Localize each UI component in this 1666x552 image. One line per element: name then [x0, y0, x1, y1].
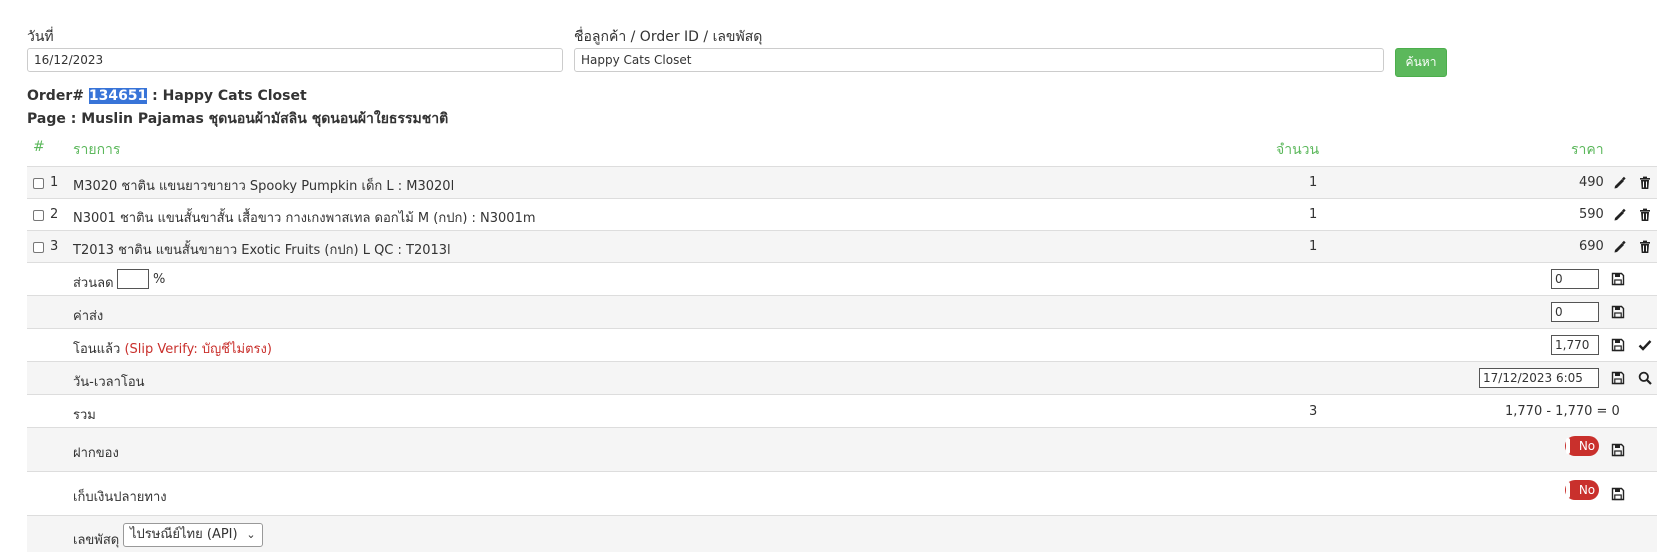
total-row: รวม 3 1,770 - 1,770 = 0 [27, 394, 1657, 427]
row-item: M3020 ชาติน แขนยาวขายาว Spooky Pumpkin เ… [73, 179, 455, 194]
trash-icon[interactable] [1638, 176, 1652, 190]
date-label: วันที่ [27, 29, 54, 45]
header-item: รายการ [73, 142, 121, 158]
row-number: 3 [50, 239, 59, 254]
trash-icon[interactable] [1638, 240, 1652, 254]
row-price: 690 [1579, 239, 1604, 254]
floppy-disk-icon[interactable] [1611, 487, 1625, 501]
deposit-label: ฝากของ [73, 446, 119, 461]
order-prefix: Order# [27, 88, 89, 104]
transfer-label: โอนแล้ว (Slip Verify: บัญชีไม่ตรง) [73, 338, 272, 359]
cod-row: เก็บเงินปลายทาง No [27, 471, 1657, 515]
order-page: Page : Muslin Pajamas ชุดนอนผ้ามัสลิน ชุ… [27, 111, 449, 127]
check-icon[interactable] [1638, 338, 1652, 352]
transfer-amount-input[interactable]: 1,770 [1551, 335, 1599, 355]
discount-row: ส่วนลด % 0 [27, 262, 1657, 295]
shipping-amount-input[interactable]: 0 [1551, 302, 1599, 322]
row-price: 590 [1579, 207, 1604, 222]
row-item: T2013 ชาติน แขนสั้นขายาว Exotic Fruits (… [73, 243, 451, 258]
row-checkbox[interactable] [33, 242, 44, 253]
floppy-disk-icon[interactable] [1611, 305, 1625, 319]
customer-search-label: ชื่อลูกค้า / Order ID / เลขพัสดุ [574, 29, 763, 45]
total-qty: 3 [1309, 404, 1318, 419]
transfer-time-input[interactable]: 17/12/2023 6:05 [1479, 368, 1599, 388]
cod-toggle-text: No [1578, 483, 1596, 497]
discount-label: ส่วนลด [73, 276, 114, 291]
tracking-label: เลขพัสดุ [73, 533, 120, 548]
row-qty: 1 [1309, 239, 1318, 254]
row-number: 2 [50, 207, 59, 222]
transfer-label-text: โอนแล้ว [73, 342, 121, 357]
header-num: # [33, 139, 45, 155]
pencil-icon[interactable] [1613, 176, 1627, 190]
deposit-row: ฝากของ No [27, 427, 1657, 471]
total-formula: 1,770 - 1,770 = 0 [1505, 404, 1620, 419]
header-price: ราคา [1571, 142, 1604, 158]
row-qty: 1 [1309, 207, 1318, 222]
row-number: 1 [50, 175, 59, 190]
table-header: # รายการ จำนวน ราคา [27, 135, 1657, 165]
transfer-time-label: วัน-เวลาโอน [73, 375, 145, 390]
floppy-disk-icon[interactable] [1611, 338, 1625, 352]
discount-unit: % [153, 272, 166, 287]
search-button[interactable]: ค้นหา [1395, 48, 1447, 77]
row-checkbox[interactable] [33, 210, 44, 221]
deposit-toggle-text: No [1578, 439, 1596, 453]
table-row: 3 T2013 ชาติน แขนสั้นขายาว Exotic Fruits… [27, 230, 1657, 262]
cod-toggle[interactable]: No [1565, 480, 1599, 500]
discount-percent-input[interactable] [117, 269, 149, 289]
date-field[interactable]: 16/12/2023 [27, 48, 563, 72]
header-qty: จำนวน [1276, 142, 1320, 158]
transfer-row: โอนแล้ว (Slip Verify: บัญชีไม่ตรง) 1,770 [27, 328, 1657, 361]
order-customer: : Happy Cats Closet [147, 88, 307, 104]
row-item: N3001 ชาติน แขนสั้นขาสั้น เสื้อขาว กางเก… [73, 211, 536, 226]
table-row: 1 M3020 ชาติน แขนยาวขายาว Spooky Pumpkin… [27, 166, 1657, 198]
tracking-row: เลขพัสดุ ไปรษณีย์ไทย (API) ⌄ [27, 515, 1657, 552]
customer-search-input[interactable]: Happy Cats Closet [574, 48, 1384, 72]
shipping-label: ค่าส่ง [73, 309, 104, 324]
trash-icon[interactable] [1638, 208, 1652, 222]
table-row: 2 N3001 ชาติน แขนสั้นขาสั้น เสื้อขาว กาง… [27, 198, 1657, 230]
pencil-icon[interactable] [1613, 208, 1627, 222]
transfer-time-row: วัน-เวลาโอน 17/12/2023 6:05 [27, 361, 1657, 394]
magnifier-icon[interactable] [1638, 371, 1652, 385]
floppy-disk-icon[interactable] [1611, 371, 1625, 385]
deposit-toggle[interactable]: No [1565, 436, 1599, 456]
floppy-disk-icon[interactable] [1611, 272, 1625, 286]
floppy-disk-icon[interactable] [1611, 443, 1625, 457]
carrier-select[interactable]: ไปรษณีย์ไทย (API) ⌄ [123, 523, 263, 547]
carrier-select-value: ไปรษณีย์ไทย (API) [130, 527, 238, 542]
shipping-row: ค่าส่ง 0 [27, 295, 1657, 328]
row-checkbox[interactable] [33, 178, 44, 189]
slip-verify-note: (Slip Verify: บัญชีไม่ตรง) [124, 342, 272, 357]
order-id: 134651 [88, 88, 148, 104]
chevron-down-icon: ⌄ [246, 528, 256, 541]
pencil-icon[interactable] [1613, 240, 1627, 254]
order-title: Order# 134651 : Happy Cats Closet [27, 88, 307, 104]
row-price: 490 [1579, 175, 1604, 190]
total-label: รวม [73, 408, 96, 423]
cod-label: เก็บเงินปลายทาง [73, 490, 167, 505]
row-qty: 1 [1309, 175, 1318, 190]
discount-amount-input[interactable]: 0 [1551, 269, 1599, 289]
